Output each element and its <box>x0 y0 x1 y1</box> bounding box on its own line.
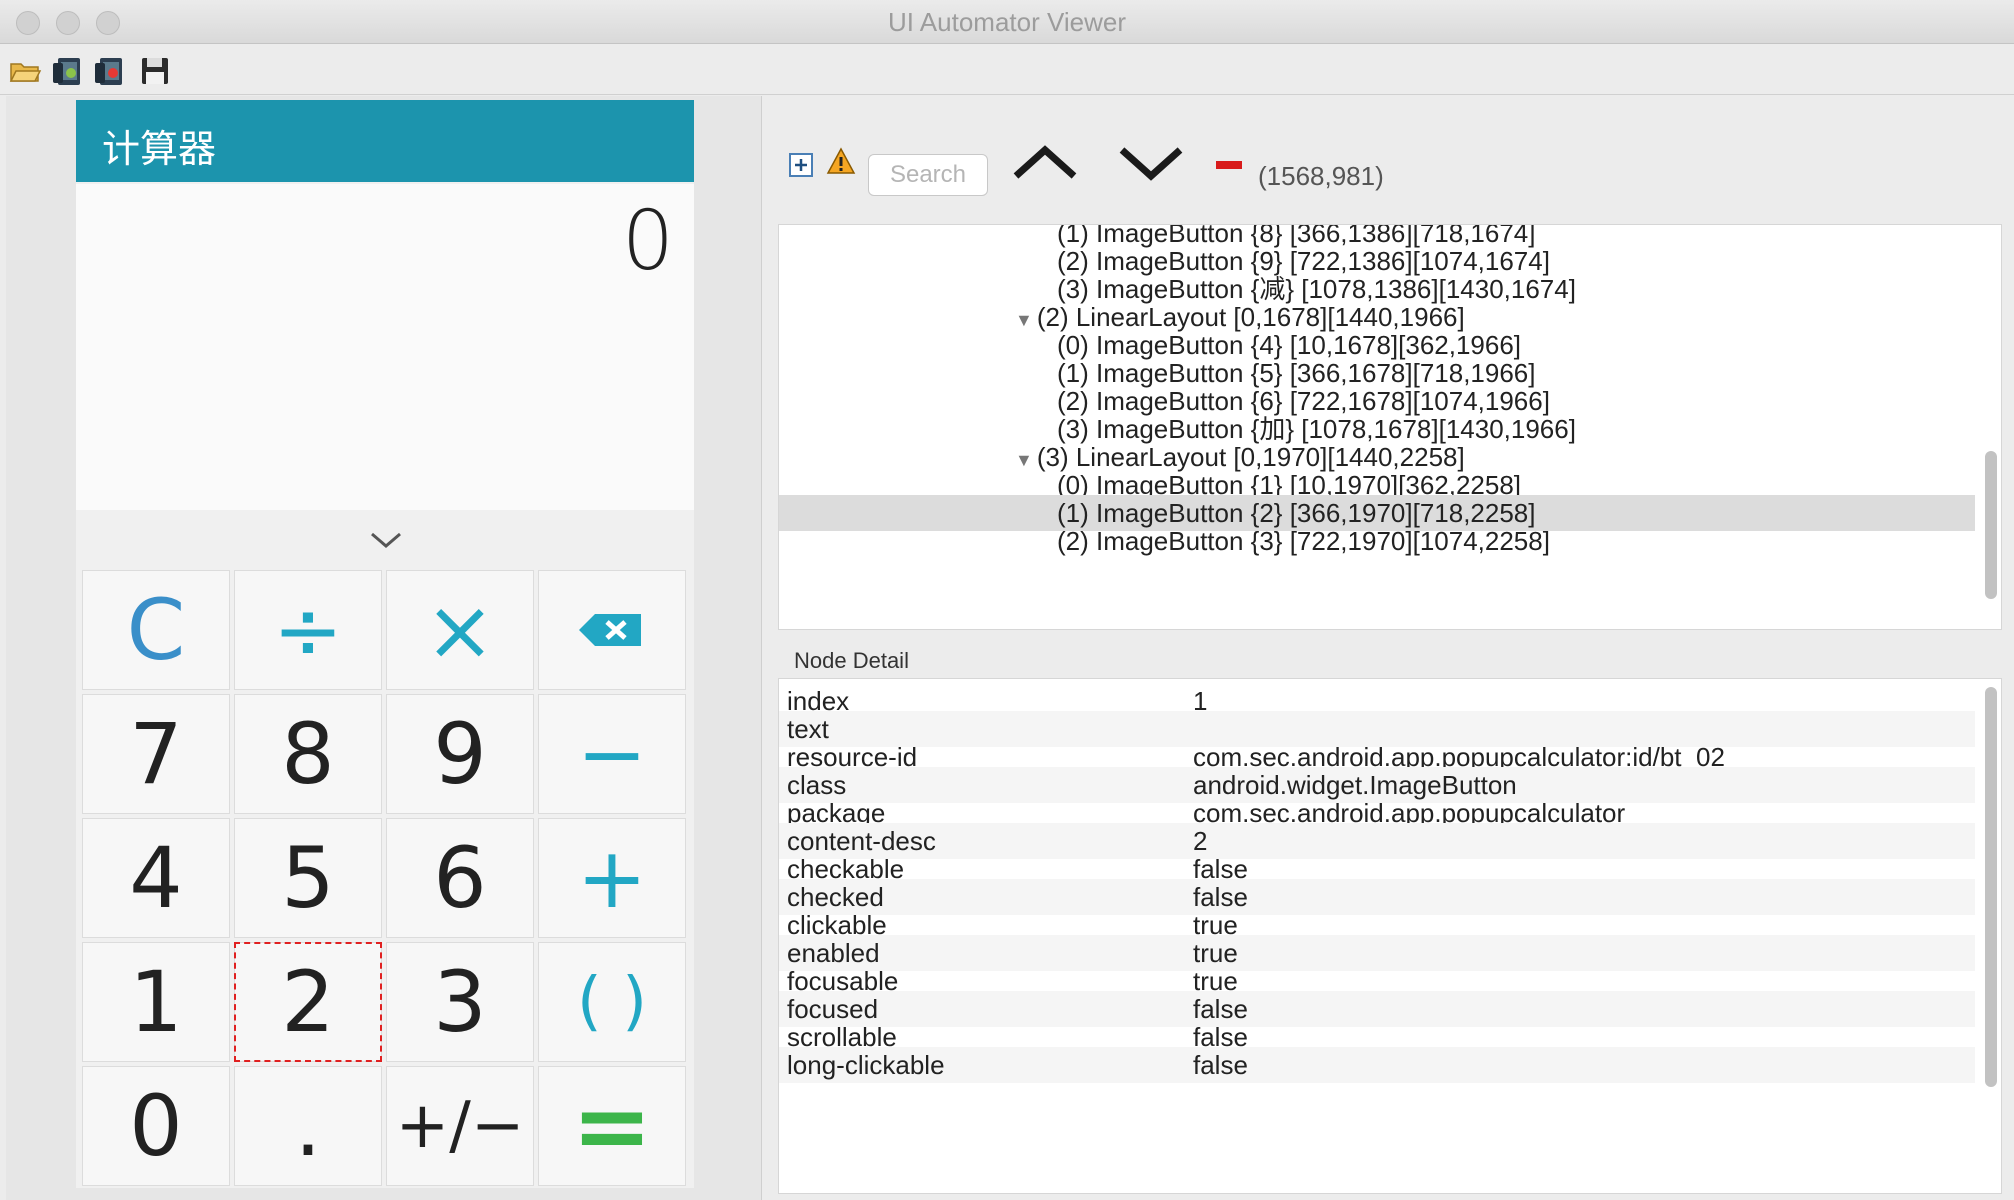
expand-arrow-icon[interactable]: ▼ <box>1015 310 1033 330</box>
key-5[interactable]: 5 <box>234 818 382 938</box>
key-label: ( ) <box>576 965 648 1039</box>
warning-icon[interactable] <box>826 146 856 176</box>
device-screenshot-compressed-icon[interactable] <box>92 55 126 87</box>
inspector-pane: Search (1568,981) (1) ImageButton {8} [3… <box>766 96 2014 1200</box>
key-plus-minus[interactable]: +/− <box>386 1066 534 1186</box>
node-detail-table: index 1 text resource-id com.sec.android.app… <box>778 678 2002 1194</box>
minus-icon[interactable] <box>1214 158 1244 172</box>
app-window: UI Automator Viewer 计算器 0 C ÷ × 7 8 9 − … <box>0 0 2014 1200</box>
key-label: +/− <box>395 1089 525 1163</box>
detail-value[interactable]: false <box>1193 1047 1248 1083</box>
key-3[interactable]: 3 <box>386 942 534 1062</box>
calculator-display: 0 <box>76 184 694 510</box>
detail-scrollbar[interactable] <box>1985 687 1997 1087</box>
tree-scrollbar[interactable] <box>1985 451 1997 599</box>
window-title: UI Automator Viewer <box>888 7 1126 37</box>
key-clear[interactable]: C <box>82 570 230 690</box>
detail-key: long-clickable <box>787 1050 945 1080</box>
key-label: 8 <box>281 705 335 803</box>
screenshot-pane: 计算器 0 C ÷ × 7 8 9− 4 5 6 +1 2 3 ( ) 0. +/− = <box>6 96 762 1200</box>
title-bar: UI Automator Viewer <box>0 0 2014 44</box>
device-screenshot[interactable]: 计算器 0 C ÷ × 7 8 9− 4 5 6 +1 2 3 ( ) 0. +/− = <box>76 100 694 1188</box>
key-2[interactable]: 2 <box>234 942 382 1062</box>
key-equals[interactable]: = <box>538 1066 686 1186</box>
key-label: 7 <box>129 705 183 803</box>
chevron-down-nav-icon[interactable] <box>1116 140 1186 186</box>
key-label: 9 <box>433 705 487 803</box>
key-0[interactable]: 0 <box>82 1066 230 1186</box>
node-detail-title: Node Detail <box>794 648 909 673</box>
key-label: . <box>294 1077 322 1175</box>
key-6[interactable]: 6 <box>386 818 534 938</box>
key-label: C <box>126 581 186 679</box>
search-input[interactable]: Search <box>868 154 988 196</box>
key-parentheses[interactable]: ( ) <box>538 942 686 1062</box>
key-label: + <box>576 829 648 927</box>
open-folder-icon[interactable] <box>8 55 42 87</box>
cursor-coordinates: (1568,981) <box>1258 161 1384 191</box>
main-toolbar <box>0 45 2014 95</box>
expand-all-icon[interactable] <box>786 150 816 180</box>
expand-arrow-icon[interactable]: ▼ <box>1015 450 1033 470</box>
key-label: 2 <box>281 953 335 1051</box>
key-label: 1 <box>129 953 183 1051</box>
calculator-app-bar: 计算器 <box>76 100 694 182</box>
key-1[interactable]: 1 <box>82 942 230 1062</box>
key-label: 4 <box>129 829 183 927</box>
key-label: 0 <box>129 1077 183 1175</box>
keypad: C ÷ × 7 8 9− 4 5 6 +1 2 3 ( ) 0. +/− = <box>82 570 688 1190</box>
key-label: 6 <box>433 829 487 927</box>
key-minus[interactable]: − <box>538 694 686 814</box>
tree-node-label: (2) ImageButton {3} [722,1970][1074,2258… <box>1057 526 1550 556</box>
key-9[interactable]: 9 <box>386 694 534 814</box>
key-label: × <box>424 581 496 679</box>
key-8[interactable]: 8 <box>234 694 382 814</box>
chevron-down-icon[interactable] <box>366 528 406 552</box>
key-label: ÷ <box>272 581 344 679</box>
key-multiply[interactable]: × <box>386 570 534 690</box>
key-divide[interactable]: ÷ <box>234 570 382 690</box>
key-plus[interactable]: + <box>538 818 686 938</box>
hierarchy-tree: (1) ImageButton {8} [366,1386][718,1674]… <box>778 224 2002 630</box>
save-icon[interactable] <box>138 55 172 87</box>
key-label: 3 <box>433 953 487 1051</box>
hierarchy-toolbar: Search (1568,981) <box>766 96 2014 224</box>
key-.[interactable]: . <box>234 1066 382 1186</box>
key-7[interactable]: 7 <box>82 694 230 814</box>
key-label: 5 <box>281 829 335 927</box>
device-screenshot-icon[interactable] <box>50 55 84 87</box>
app-title: 计算器 <box>102 127 217 171</box>
backspace-icon <box>579 614 641 646</box>
node-detail-header: Node Detail <box>766 644 2014 678</box>
display-value: 0 <box>621 194 674 289</box>
key-label: = <box>571 1070 653 1182</box>
key-label: − <box>576 705 648 803</box>
chevron-up-icon[interactable] <box>1010 140 1080 186</box>
key-4[interactable]: 4 <box>82 818 230 938</box>
detail-row-long-clickable[interactable]: long-clickable false <box>779 1047 1975 1083</box>
key-backspace[interactable] <box>538 570 686 690</box>
tree-node[interactable]: (2) ImageButton {3} [722,1970][1074,2258… <box>1057 523 1550 559</box>
